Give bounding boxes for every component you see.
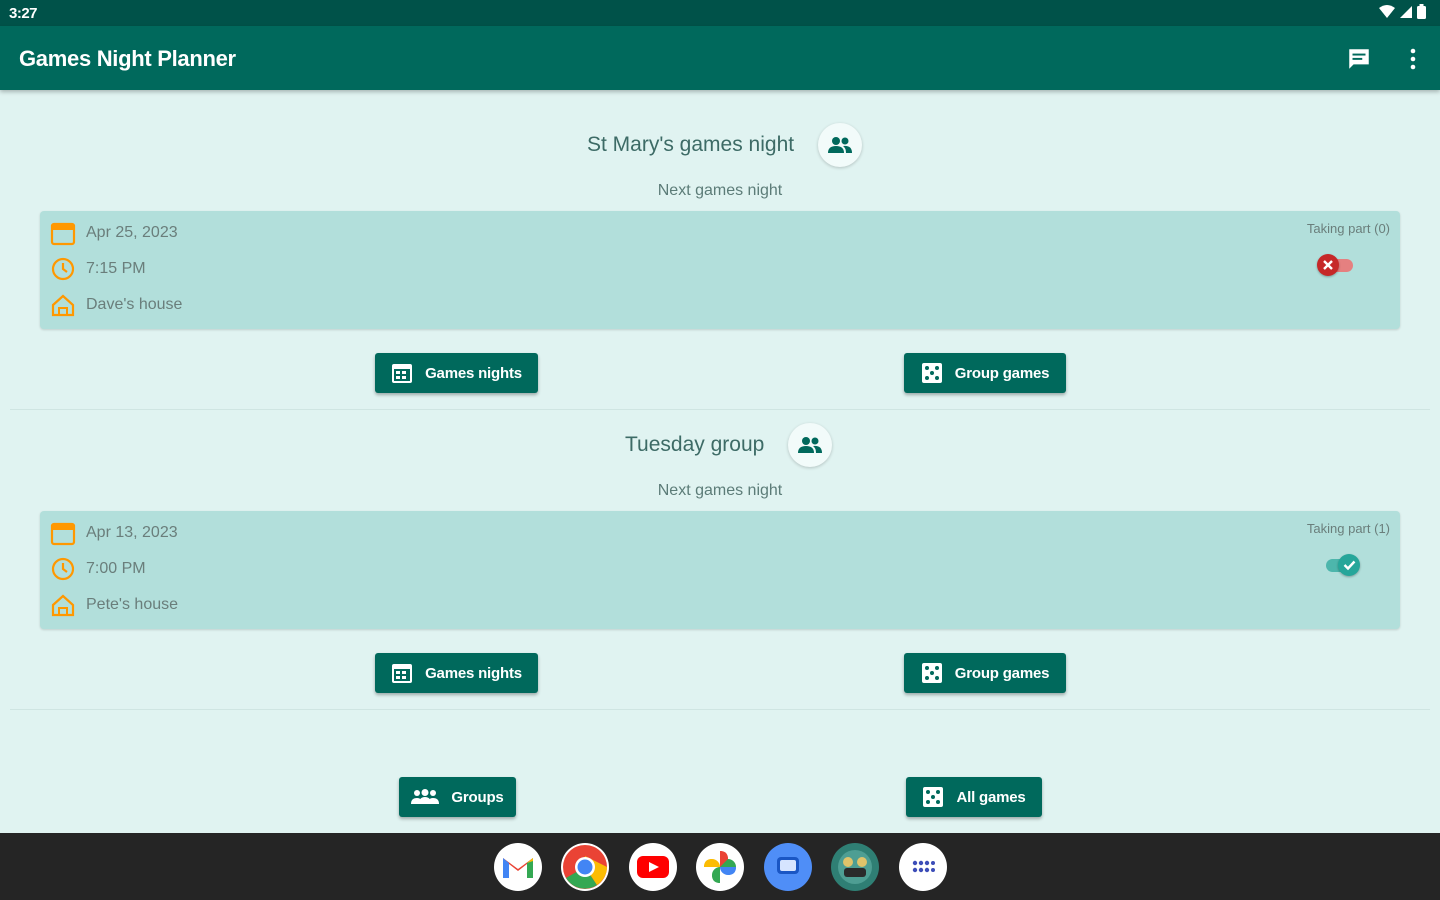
app-drawer[interactable] [899,843,947,891]
close-icon [1323,260,1333,270]
more-vert-icon [1410,48,1416,70]
wifi-icon [1379,4,1395,18]
signal-icon [1400,5,1412,18]
group-name: St Mary's games night [587,133,795,156]
photos-icon [704,851,736,883]
more-options-button[interactable] [1398,44,1428,74]
youtube-icon [637,856,669,878]
date-text: Apr 25, 2023 [86,224,178,241]
switch-thumb [1317,254,1339,276]
group-games-button[interactable]: Group games [904,653,1066,693]
games-night-app[interactable] [831,843,879,891]
status-bar: 3:27 [0,0,1440,26]
group-members-button[interactable] [788,423,833,467]
location-row: Dave's house [50,292,182,318]
clock-icon [51,257,75,281]
check-icon [1343,560,1355,571]
dice-icon [921,663,942,683]
dice-icon [923,787,944,807]
games-nights-label: Games nights [425,364,522,382]
calendar-icon [50,522,76,546]
photos-app[interactable] [696,843,744,891]
status-icons [1379,4,1426,19]
next-games-night-card[interactable]: Apr 25, 2023 7:15 PM Dave's house Taking… [40,211,1400,329]
home-location-icon [51,294,75,317]
all-games-label: All games [956,788,1026,806]
gmail-icon [503,858,533,878]
group-header: St Mary's games night [587,123,863,167]
dice-icon [921,363,942,383]
next-games-night-card[interactable]: Apr 13, 2023 7:00 PM Pete's house Taking… [40,511,1400,629]
next-games-night-label: Next games night [657,482,783,499]
groups-icon [411,789,440,804]
location-text: Pete's house [86,596,179,613]
status-time: 3:27 [9,5,38,22]
chat-icon [1349,49,1369,69]
group-games-button[interactable]: Group games [904,353,1066,393]
messages-app[interactable] [764,843,812,891]
group-header: Tuesday group [625,423,833,467]
taking-part-label: Taking part (1) [1306,521,1390,536]
people-icon [798,437,823,453]
time-text: 7:00 PM [86,560,146,577]
people-icon [828,137,853,153]
date-text: Apr 13, 2023 [86,524,178,541]
app-title: Games Night Planner [19,46,236,71]
games-nights-label: Games nights [425,664,522,682]
group-members-button[interactable] [818,123,863,167]
calendar-grid-icon [392,664,413,683]
group-games-label: Group games [954,364,1050,382]
switch-thumb [1338,554,1360,576]
taking-part-label: Taking part (0) [1306,221,1390,236]
chrome-icon [563,845,607,889]
date-row: Apr 25, 2023 [50,220,178,246]
taking-part-switch[interactable] [1315,252,1357,278]
taking-part-switch[interactable] [1320,552,1362,578]
taskbar-dock [0,833,1440,900]
battery-icon [1417,4,1426,19]
games-nights-button[interactable]: Games nights [375,353,538,393]
gmail-app[interactable] [494,843,542,891]
all-games-button[interactable]: All games [906,777,1042,817]
games-night-app-icon [838,850,872,884]
groups-label: Groups [451,788,504,806]
groups-button[interactable]: Groups [399,777,516,817]
group-divider [10,409,1430,410]
app-bar: Games Night Planner [0,26,1440,90]
next-games-night-label: Next games night [657,182,783,199]
location-text: Dave's house [86,296,183,313]
calendar-icon [50,222,76,246]
time-row: 7:00 PM [50,556,146,582]
time-text: 7:15 PM [86,260,146,277]
games-nights-button[interactable]: Games nights [375,653,538,693]
location-row: Pete's house [50,592,178,618]
app-drawer-icon [912,860,935,873]
group-divider [10,709,1430,710]
group-games-label: Group games [954,664,1050,682]
clock-icon [51,557,75,581]
calendar-grid-icon [392,364,413,383]
chat-button[interactable] [1344,44,1374,74]
chrome-app[interactable] [561,843,609,891]
time-row: 7:15 PM [50,256,146,282]
messages-icon [777,857,799,874]
group-name: Tuesday group [625,433,765,456]
date-row: Apr 13, 2023 [50,520,178,546]
home-location-icon [51,594,75,617]
youtube-app[interactable] [629,843,677,891]
